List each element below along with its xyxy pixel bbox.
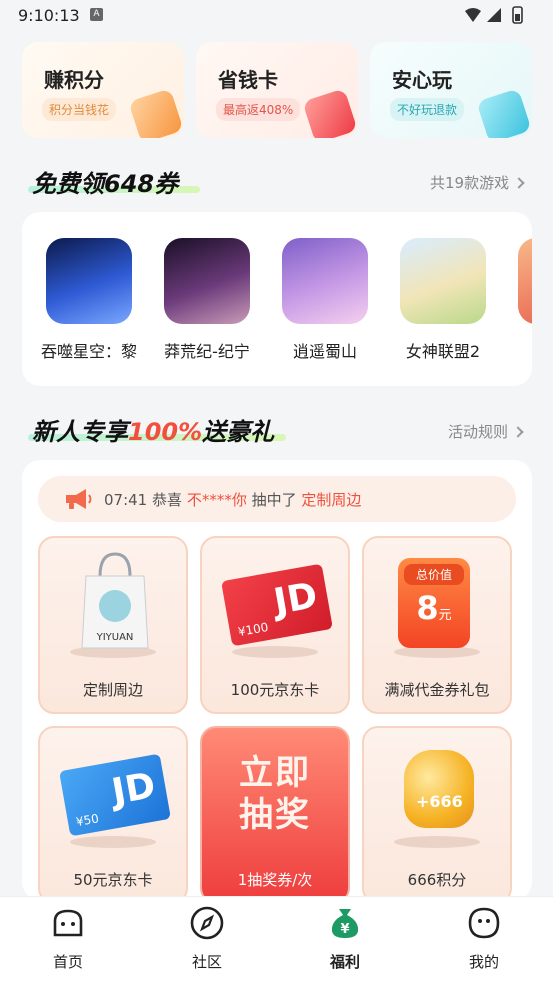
coupon-icon: 总价值 8元 bbox=[398, 558, 470, 648]
chevron-right-icon bbox=[513, 177, 525, 189]
card-title: 安心玩 bbox=[392, 68, 452, 92]
title-highlight: 648券 bbox=[104, 170, 179, 198]
tab-label: 首页 bbox=[52, 953, 83, 971]
title-highlight: 100% bbox=[128, 418, 203, 446]
tab-profile[interactable]: 我的 bbox=[444, 905, 524, 972]
ticker-time: 07:41 bbox=[104, 491, 148, 509]
draw-now-button[interactable]: 立即 抽奖 1抽奖券/次 bbox=[200, 726, 350, 900]
activity-rules-link[interactable]: 活动规则 bbox=[448, 421, 524, 442]
ticker-user: 不****你 bbox=[186, 491, 247, 509]
profile-icon bbox=[468, 907, 500, 939]
prize-label: 100元京东卡 bbox=[230, 681, 320, 699]
tab-community[interactable]: 社区 bbox=[167, 905, 247, 972]
prize-points[interactable]: +666 666积分 bbox=[362, 726, 512, 900]
game-icon bbox=[282, 238, 368, 324]
game-item[interactable]: 吞噬星空：黎 bbox=[41, 238, 137, 362]
prize-panel: 07:41 恭喜 不****你 抽中了 定制周边 YIYUAN 定制周边 JD … bbox=[22, 460, 532, 900]
megaphone-icon bbox=[66, 489, 92, 509]
tab-welfare[interactable]: ¥ 福利 bbox=[305, 905, 385, 972]
game-name: 女神联盟2 bbox=[405, 342, 481, 361]
card-title: 省钱卡 bbox=[218, 68, 278, 92]
game-name: 莽荒纪-纪宁 bbox=[164, 342, 250, 361]
games-carousel[interactable]: 吞噬星空：黎 莽荒纪-纪宁 逍遥蜀山 女神联盟2 ... bbox=[22, 212, 532, 386]
shield-icon bbox=[476, 88, 532, 138]
title-suffix: 送豪礼 bbox=[202, 418, 275, 446]
game-name: 吞噬星空：黎 bbox=[40, 342, 137, 361]
card-subtitle: 最高返408% bbox=[216, 98, 301, 121]
tab-home[interactable]: 首页 bbox=[28, 905, 108, 972]
game-icon bbox=[400, 238, 486, 324]
home-icon bbox=[53, 909, 83, 937]
title-prefix: 新人专享 bbox=[32, 418, 128, 446]
free-coupon-title: 免费领648券 bbox=[32, 164, 178, 199]
ticker-text: 抽中了 bbox=[251, 491, 297, 509]
card-title: 赚积分 bbox=[44, 68, 104, 92]
jd-card-icon: JD ¥50 bbox=[59, 753, 171, 837]
game-item[interactable]: ... bbox=[516, 238, 532, 357]
svg-text:¥: ¥ bbox=[340, 922, 349, 937]
prize-coupon-pack[interactable]: 总价值 8元 满减代金券礼包 bbox=[362, 536, 512, 714]
card-stack-icon bbox=[302, 88, 358, 138]
draw-title-line: 立即 bbox=[239, 753, 311, 793]
jd-card-icon: JD ¥100 bbox=[221, 563, 333, 647]
link-label: 活动规则 bbox=[448, 423, 509, 441]
title-prefix: 免费领 bbox=[32, 170, 104, 198]
money-bag-icon: ¥ bbox=[331, 909, 359, 938]
gold-bag-icon: +666 bbox=[404, 750, 474, 828]
game-icon bbox=[518, 238, 532, 324]
link-label: 共19款游戏 bbox=[430, 174, 510, 192]
system-status-icons bbox=[465, 6, 523, 24]
prize-label: 50元京东卡 bbox=[73, 871, 153, 889]
tab-label: 社区 bbox=[191, 953, 222, 971]
prize-jd-50[interactable]: JD ¥50 50元京东卡 bbox=[38, 726, 188, 900]
prize-merch[interactable]: YIYUAN 定制周边 bbox=[38, 536, 188, 714]
ticker-text: 恭喜 bbox=[152, 491, 183, 509]
game-name: 逍遥蜀山 bbox=[292, 342, 357, 361]
prize-label: 定制周边 bbox=[82, 681, 143, 699]
earn-points-card[interactable]: 赚积分 积分当钱花 bbox=[22, 42, 184, 138]
game-item[interactable]: 女神联盟2 bbox=[398, 238, 488, 362]
feature-cards: 赚积分 积分当钱花 省钱卡 最高返408% 安心玩 不好玩退款 bbox=[22, 42, 532, 138]
game-icon bbox=[46, 238, 132, 324]
winner-ticker: 07:41 恭喜 不****你 抽中了 定制周边 bbox=[38, 476, 516, 522]
bottom-tab-bar: 首页 社区 ¥ 福利 我的 bbox=[0, 896, 553, 984]
game-icon bbox=[164, 238, 250, 324]
game-item[interactable]: 莽荒纪-纪宁 bbox=[162, 238, 252, 362]
tab-label: 我的 bbox=[468, 953, 499, 971]
card-subtitle: 积分当钱花 bbox=[42, 98, 117, 121]
draw-title-line: 抽奖 bbox=[239, 795, 311, 835]
notification-icon: A bbox=[90, 8, 103, 21]
prize-jd-100[interactable]: JD ¥100 100元京东卡 bbox=[200, 536, 350, 714]
svg-text:YIYUAN: YIYUAN bbox=[96, 632, 134, 643]
tote-bag-icon: YIYUAN bbox=[81, 552, 149, 649]
saving-card-card[interactable]: 省钱卡 最高返408% bbox=[196, 42, 358, 138]
status-time: 9:10:13 bbox=[18, 6, 80, 25]
all-games-link[interactable]: 共19款游戏 bbox=[430, 172, 525, 193]
ticker-prize: 定制周边 bbox=[301, 491, 362, 509]
prize-label: 满减代金券礼包 bbox=[384, 681, 490, 699]
compass-icon bbox=[190, 906, 224, 940]
game-item[interactable]: 逍遥蜀山 bbox=[280, 238, 370, 362]
newbie-gift-title: 新人专享100%送豪礼 bbox=[32, 412, 274, 447]
safe-play-card[interactable]: 安心玩 不好玩退款 bbox=[370, 42, 532, 138]
chevron-right-icon bbox=[512, 426, 524, 438]
tab-label: 福利 bbox=[329, 953, 360, 971]
status-bar: 9:10:13 A bbox=[0, 0, 553, 30]
draw-cost-label: 1抽奖券/次 bbox=[237, 871, 313, 889]
prize-label: 666积分 bbox=[407, 871, 467, 889]
points-gem-icon bbox=[128, 88, 184, 138]
card-subtitle: 不好玩退款 bbox=[390, 98, 465, 121]
game-name: ... bbox=[511, 338, 532, 357]
